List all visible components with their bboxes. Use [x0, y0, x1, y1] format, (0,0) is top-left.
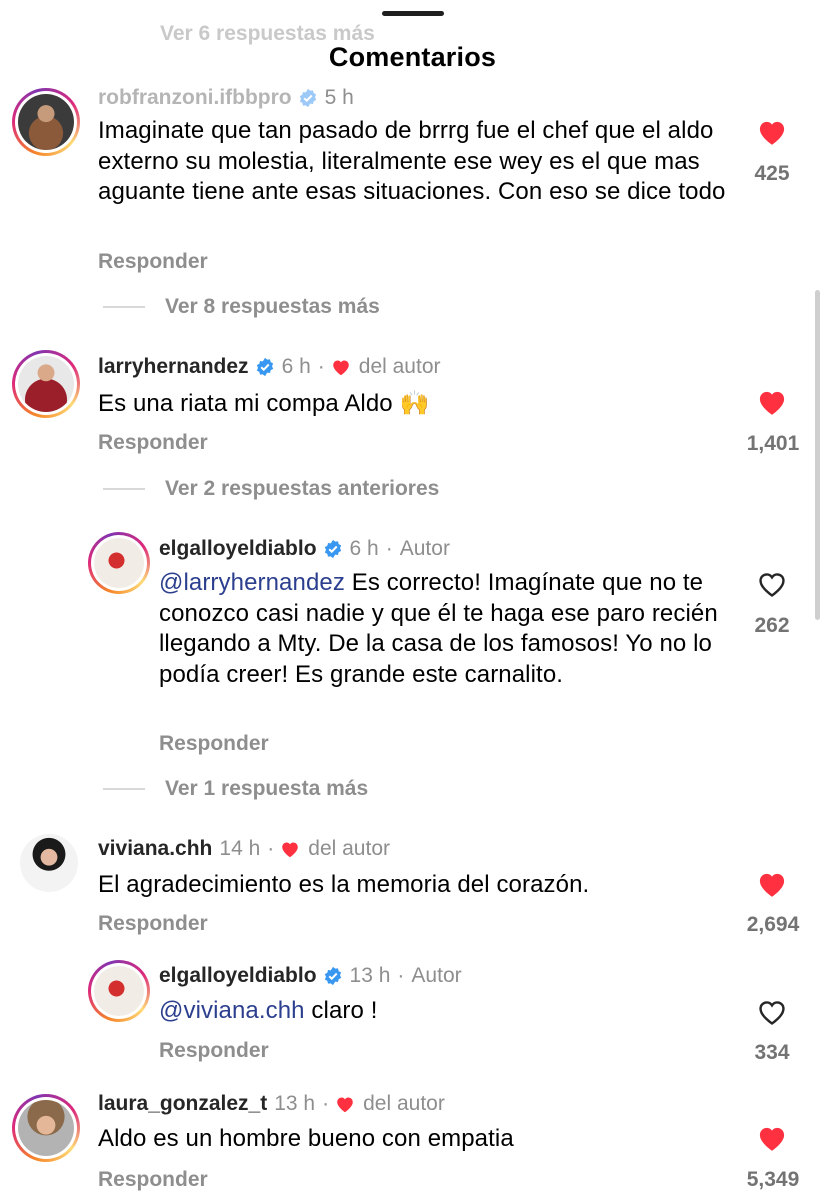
- avatar-larryhernandez[interactable]: [12, 350, 80, 418]
- comment-username[interactable]: viviana.chh 14 h · del autor: [98, 837, 390, 861]
- verified-badge-icon: [299, 88, 316, 108]
- comment-username[interactable]: elgalloyeldiablo 13 h · Autor: [159, 964, 462, 988]
- reply-button[interactable]: Responder: [98, 431, 208, 455]
- comments-sheet: Ver 6 respuestas más Comentarios robfran…: [0, 0, 825, 1200]
- reply-button[interactable]: Responder: [159, 1039, 269, 1063]
- comment-text: El agradecimiento es la memoria del cora…: [98, 871, 590, 898]
- comment-text: @larryhernandez Es correcto! Imagínate q…: [159, 569, 718, 688]
- author-liked-heart-icon: [332, 360, 349, 376]
- like-count: 334: [754, 1041, 790, 1064]
- thread-line: [103, 788, 145, 790]
- avatar-viviana[interactable]: [20, 834, 78, 892]
- comment-username[interactable]: elgalloyeldiablo 6 h · Autor: [159, 537, 450, 561]
- view-more-replies[interactable]: Ver 8 respuestas más: [103, 295, 380, 319]
- thread-line: [103, 306, 145, 308]
- sheet-title: Comentarios: [328, 42, 497, 72]
- scrollbar[interactable]: [815, 290, 820, 620]
- comment-text: Aldo es un hombre bueno con empatia: [98, 1125, 514, 1152]
- like-count: 5,349: [746, 1168, 800, 1191]
- comment-username[interactable]: laura_gonzalez_t 13 h · del autor: [98, 1092, 445, 1116]
- heart-outline-icon[interactable]: [756, 570, 788, 598]
- like-count: 425: [754, 162, 790, 185]
- comment-username[interactable]: larryhernandez 6 h · del autor: [98, 355, 441, 379]
- avatar-elgalloyeldiablo[interactable]: [88, 960, 150, 1022]
- comment-text: Es una riata mi compa Aldo 🙌: [98, 390, 430, 417]
- verified-badge-icon: [324, 539, 341, 559]
- mention-link[interactable]: @larryhernandez: [159, 569, 345, 596]
- heart-outline-icon[interactable]: [756, 998, 788, 1026]
- reply-button[interactable]: Responder: [98, 250, 208, 274]
- like-count: 1,401: [746, 432, 800, 455]
- reply-button[interactable]: Responder: [98, 1168, 208, 1192]
- verified-badge-icon: [324, 966, 341, 986]
- heart-filled-icon[interactable]: [756, 1124, 788, 1152]
- avatar-laura[interactable]: [12, 1094, 80, 1162]
- heart-filled-icon[interactable]: [756, 388, 788, 416]
- view-previous-replies[interactable]: Ver 2 respuestas anteriores: [103, 477, 439, 501]
- comment-text: Imaginate que tan pasado de brrrg fue el…: [98, 117, 726, 205]
- mention-link[interactable]: @viviana.chh: [159, 997, 305, 1024]
- like-count: 2,694: [746, 913, 800, 936]
- sheet-drag-handle[interactable]: [382, 11, 444, 16]
- reply-button[interactable]: Responder: [159, 732, 269, 756]
- reply-button[interactable]: Responder: [98, 912, 208, 936]
- heart-filled-icon[interactable]: [756, 118, 788, 146]
- view-more-replies[interactable]: Ver 1 respuesta más: [103, 777, 368, 801]
- author-liked-heart-icon: [337, 1097, 353, 1113]
- avatar-elgalloyeldiablo[interactable]: [88, 532, 150, 594]
- avatar-robfranzoni[interactable]: [12, 88, 80, 156]
- heart-filled-icon[interactable]: [756, 870, 788, 898]
- verified-badge-icon: [256, 357, 273, 377]
- thread-line: [103, 488, 145, 490]
- like-count: 262: [754, 614, 790, 637]
- comment-text: @viviana.chh claro !: [159, 997, 378, 1024]
- author-liked-heart-icon: [282, 842, 299, 858]
- comment-username[interactable]: robfranzoni.ifbbpro 5 h: [98, 86, 354, 110]
